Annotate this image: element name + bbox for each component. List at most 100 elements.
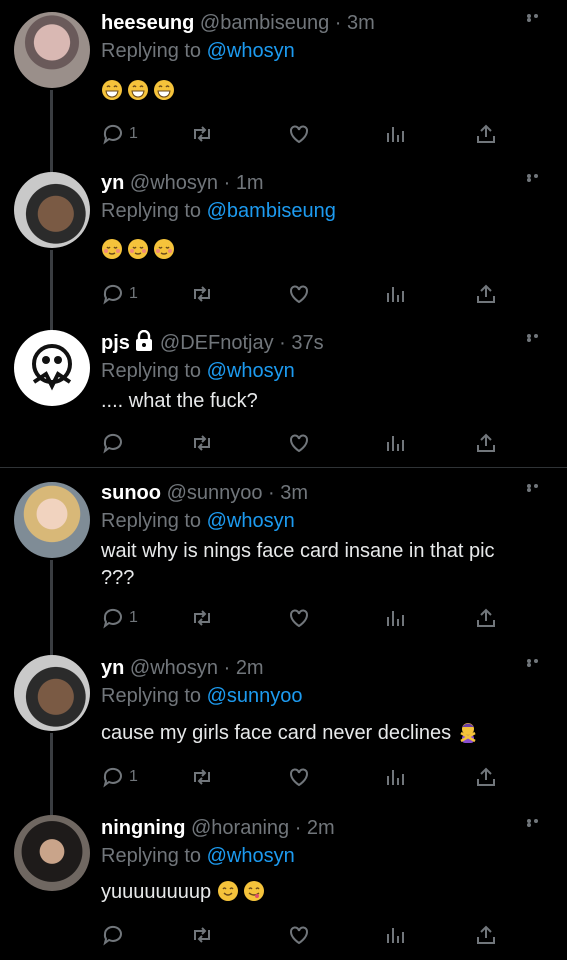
reply-button[interactable]: 1 (101, 280, 138, 308)
tweet-header: yn @whosyn · 1m (101, 172, 264, 194)
like-button[interactable] (287, 429, 311, 457)
retweet-icon (194, 286, 210, 302)
analytics-icon (387, 928, 404, 943)
reply-button[interactable]: 1 (101, 120, 138, 148)
views-button[interactable] (383, 763, 407, 791)
more-options-icon[interactable] (527, 484, 547, 492)
reply-button[interactable]: 1 (101, 604, 138, 632)
share-button[interactable] (474, 604, 498, 632)
analytics-icon (387, 611, 404, 626)
display-name[interactable]: ningning (101, 817, 185, 839)
tweet-body: cause my girls face card never declines (101, 720, 541, 751)
tweet[interactable]: yn @whosyn · 2m Replying to @sunnyoo cau… (0, 645, 567, 815)
share-button[interactable] (474, 921, 498, 949)
tweet[interactable]: sunoo @sunnyoo · 3m Replying to @whosyn … (0, 470, 567, 652)
reply-button[interactable] (101, 921, 129, 949)
reply-icon (103, 767, 122, 788)
tweet-text: wait why is nings face card insane in th… (101, 540, 495, 589)
analytics-icon (387, 287, 404, 302)
share-button[interactable] (474, 280, 498, 308)
handle[interactable]: @sunnyoo (167, 482, 263, 504)
like-button[interactable] (287, 763, 311, 791)
relieved-face-emoji (101, 238, 123, 268)
tweet[interactable]: ningning @horaning · 2m Replying to @who… (0, 805, 567, 960)
tweet-header: sunoo @sunnyoo · 3m (101, 482, 309, 504)
retweet-icon (194, 435, 210, 451)
like-button[interactable] (287, 921, 311, 949)
mention-link[interactable]: @whosyn (207, 40, 295, 62)
replying-to: Replying to @whosyn (101, 508, 295, 534)
reply-button[interactable] (101, 429, 129, 457)
tweet-header: ningning @horaning · 2m (101, 817, 335, 839)
handle[interactable]: @whosyn (130, 657, 218, 679)
more-options-icon[interactable] (527, 174, 547, 182)
avatar[interactable] (14, 12, 90, 88)
tweet[interactable]: heeseung @bambiseung · 3m Replying to @w… (0, 0, 567, 170)
display-name[interactable]: pjs (101, 332, 130, 354)
retweet-button[interactable] (190, 429, 214, 457)
handle[interactable]: @DEFnotjay (160, 332, 274, 354)
display-name[interactable]: yn (101, 172, 124, 194)
retweet-button[interactable] (190, 280, 214, 308)
like-button[interactable] (287, 280, 311, 308)
views-button[interactable] (383, 429, 407, 457)
like-button[interactable] (287, 120, 311, 148)
mention-link[interactable]: @bambiseung (207, 200, 336, 222)
tweet-body: yuuuuuuuup (101, 879, 541, 910)
timestamp[interactable]: 2m (307, 817, 335, 839)
retweet-button[interactable] (190, 120, 214, 148)
share-button[interactable] (474, 429, 498, 457)
retweet-button[interactable] (190, 604, 214, 632)
reply-button[interactable]: 1 (101, 763, 138, 791)
share-button[interactable] (474, 763, 498, 791)
display-name[interactable]: heeseung (101, 12, 194, 34)
retweet-icon (194, 126, 210, 142)
more-options-icon[interactable] (527, 334, 547, 342)
replying-to: Replying to @bambiseung (101, 198, 336, 224)
avatar[interactable] (14, 482, 90, 558)
more-options-icon[interactable] (527, 659, 547, 667)
tweet-header: yn @whosyn · 2m (101, 657, 264, 679)
mention-link[interactable]: @whosyn (207, 845, 295, 867)
retweet-button[interactable] (190, 921, 214, 949)
timestamp[interactable]: 3m (347, 12, 375, 34)
timestamp[interactable]: 37s (291, 332, 323, 354)
views-button[interactable] (383, 921, 407, 949)
avatar[interactable] (14, 655, 90, 731)
tweet-body (101, 237, 541, 268)
tweet-actions (101, 921, 501, 949)
handle[interactable]: @horaning (191, 817, 289, 839)
replying-to-label: Replying to (101, 200, 202, 222)
mention-link[interactable]: @whosyn (207, 510, 295, 532)
handle[interactable]: @bambiseung (200, 12, 329, 34)
views-button[interactable] (383, 120, 407, 148)
tweet[interactable]: yn @whosyn · 1m Replying to @bambiseung … (0, 160, 567, 330)
reply-icon (103, 925, 122, 946)
handle[interactable]: @whosyn (130, 172, 218, 194)
reply-icon (103, 433, 122, 454)
avatar[interactable] (14, 330, 90, 406)
more-options-icon[interactable] (527, 14, 547, 22)
reply-icon (103, 124, 122, 145)
timestamp[interactable]: 3m (280, 482, 308, 504)
share-icon (477, 433, 495, 452)
avatar[interactable] (14, 815, 90, 891)
mention-link[interactable]: @sunnyoo (207, 685, 303, 707)
display-name[interactable]: yn (101, 657, 124, 679)
tweet[interactable]: pjs @DEFnotjay · 37s Replying to @whosyn … (0, 320, 567, 467)
timestamp[interactable]: 1m (236, 172, 264, 194)
avatar[interactable] (14, 172, 90, 248)
views-button[interactable] (383, 280, 407, 308)
reply-count: 1 (129, 609, 138, 626)
more-options-icon[interactable] (527, 819, 547, 827)
mention-link[interactable]: @whosyn (207, 360, 295, 382)
views-button[interactable] (383, 604, 407, 632)
timestamp[interactable]: 2m (236, 657, 264, 679)
like-button[interactable] (287, 604, 311, 632)
retweet-button[interactable] (190, 763, 214, 791)
yummy-face-emoji (243, 880, 265, 910)
display-name[interactable]: sunoo (101, 482, 161, 504)
share-icon (477, 284, 495, 303)
share-button[interactable] (474, 120, 498, 148)
share-icon (477, 608, 495, 627)
